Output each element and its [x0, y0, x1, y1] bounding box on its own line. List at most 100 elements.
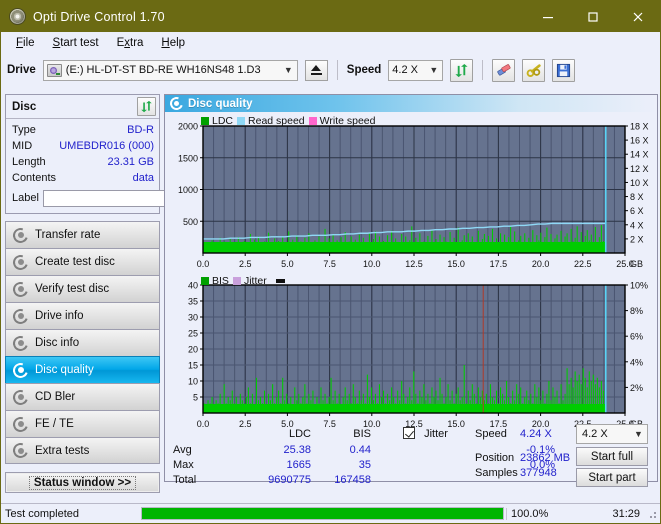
- position-label: Position: [475, 452, 515, 464]
- main-panel: Disc quality LDC Read speed Write speed …: [164, 94, 658, 487]
- close-icon[interactable]: [615, 1, 660, 32]
- sidebar-item-create-test-disc[interactable]: Create test disc: [5, 248, 160, 275]
- stats-avg-ldc: 25.38: [283, 444, 311, 456]
- window-controls: [525, 1, 660, 32]
- jitter-label: Jitter: [424, 428, 448, 440]
- left-panel: Disc Type BD-R MID UMEBDR016 (000) Lengt…: [5, 94, 245, 493]
- svg-text:30: 30: [188, 313, 198, 323]
- svg-text:18 X: 18 X: [630, 122, 649, 132]
- disc-row-mid: MID UMEBDR016 (000): [12, 138, 154, 154]
- elapsed-time: 31:29: [612, 507, 640, 520]
- minimize-icon[interactable]: [525, 1, 570, 32]
- status-window-label: Status window >>: [28, 475, 137, 490]
- legend-label-jitter: Jitter: [243, 275, 267, 287]
- svg-text:4 X: 4 X: [630, 220, 644, 230]
- sidebar-item-verify-test-disc[interactable]: Verify test disc: [5, 275, 160, 302]
- drive-select-value: (E:) HL-DT-ST BD-RE WH16NS48 1.D3: [65, 64, 261, 76]
- svg-text:10%: 10%: [630, 281, 648, 291]
- svg-text:5: 5: [193, 393, 198, 403]
- sidebar-item-cd-bler[interactable]: CD Bler: [5, 383, 160, 410]
- menu-start-test[interactable]: Start test: [44, 35, 108, 51]
- sidebar-item-extra-tests[interactable]: Extra tests: [5, 437, 160, 464]
- legend-swatch-jitter: [232, 277, 241, 285]
- drive-select[interactable]: (E:) HL-DT-ST BD-RE WH16NS48 1.D3 ▼: [42, 59, 298, 81]
- position-value: 23862 MB: [520, 452, 571, 464]
- svg-text:2 X: 2 X: [630, 234, 644, 244]
- divider: [336, 60, 338, 80]
- svg-text:0.0: 0.0: [197, 259, 210, 269]
- disc-info-rows: Type BD-R MID UMEBDR016 (000) Length 23.…: [6, 119, 245, 213]
- legend-swatch-bis: [201, 277, 209, 285]
- svg-text:1500: 1500: [178, 153, 198, 163]
- sidebar-item-fe-te[interactable]: FE / TE: [5, 410, 160, 437]
- drive-icon: [46, 63, 62, 77]
- svg-text:GB: GB: [630, 259, 643, 269]
- app-icon: [9, 8, 26, 25]
- disc-contents-value: data: [132, 172, 154, 184]
- test-speed-select[interactable]: 4.2 X ▼: [576, 424, 648, 444]
- menu-help[interactable]: Help: [152, 35, 194, 51]
- svg-text:1000: 1000: [178, 185, 198, 195]
- eject-icon: [311, 65, 322, 71]
- svg-text:20: 20: [188, 345, 198, 355]
- disc-icon: [10, 279, 31, 299]
- sidebar-item-disc-quality[interactable]: Disc quality: [5, 356, 160, 383]
- status-window-button[interactable]: Status window >>: [5, 472, 160, 493]
- disc-icon: [10, 440, 31, 461]
- svg-text:2000: 2000: [178, 122, 198, 132]
- eraser-icon: [497, 63, 511, 76]
- refresh-button[interactable]: [450, 58, 474, 82]
- svg-text:7.5: 7.5: [323, 259, 336, 269]
- maximize-icon[interactable]: [570, 1, 615, 32]
- stats-row-total-label: Total: [173, 474, 197, 486]
- sidebar-label: CD Bler: [35, 391, 76, 403]
- speed-select[interactable]: 4.2 X ▼: [388, 59, 444, 81]
- tools-button[interactable]: [522, 58, 546, 82]
- sidebar-item-disc-info[interactable]: Disc info: [5, 329, 160, 356]
- svg-text:14 X: 14 X: [630, 150, 649, 160]
- disc-icon: [10, 306, 31, 326]
- sidebar-label: Create test disc: [35, 256, 115, 268]
- legend-label-ldc: LDC: [212, 115, 234, 127]
- window-title: Opti Drive Control 1.70: [33, 9, 165, 24]
- test-speed-value: 4.2 X: [582, 428, 608, 440]
- sidebar-label: Disc info: [35, 337, 80, 349]
- svg-text:2%: 2%: [630, 383, 643, 393]
- stats-total-ldc: 9690775: [268, 474, 311, 486]
- legend-top-chart: LDC Read speed Write speed: [201, 115, 376, 127]
- start-part-button[interactable]: Start part: [576, 468, 648, 487]
- svg-text:500: 500: [183, 217, 198, 227]
- menu-extra[interactable]: Extra: [108, 35, 153, 51]
- save-button[interactable]: [552, 58, 576, 82]
- svg-text:10: 10: [188, 377, 198, 387]
- svg-text:15: 15: [188, 361, 198, 371]
- legend-swatch-read-speed: [237, 117, 246, 125]
- disc-length-key: Length: [12, 156, 46, 168]
- start-part-label: Start part: [588, 471, 636, 484]
- sidebar-item-transfer-rate[interactable]: Transfer rate: [5, 221, 160, 248]
- disc-header-label: Disc: [12, 100, 37, 113]
- svg-text:10 X: 10 X: [630, 178, 649, 188]
- chevron-down-icon: ▼: [634, 429, 643, 439]
- start-full-button[interactable]: Start full: [576, 447, 648, 466]
- disc-icon: [10, 333, 31, 353]
- speed-stat-value: 4.24 X: [520, 428, 552, 440]
- stats-row-avg-label: Avg: [173, 444, 192, 456]
- disc-quality-icon: [167, 94, 186, 113]
- jitter-checkbox[interactable]: Jitter: [403, 427, 448, 440]
- sidebar-label: FE / TE: [35, 418, 74, 430]
- panel-header: Disc quality: [165, 94, 657, 113]
- disc-length-value: 23.31 GB: [107, 156, 154, 168]
- sidebar-item-drive-info[interactable]: Drive info: [5, 302, 160, 329]
- menu-bar: File Start test Extra Help: [1, 32, 660, 54]
- disc-quality-ldc-chart: 500 1000 1500 2000 2 X 4 X 6 X 8 X 10 X 12 X 14 X 1…: [178, 122, 649, 270]
- drive-toolbar: Drive (E:) HL-DT-ST BD-RE WH16NS48 1.D3 …: [1, 54, 660, 86]
- menu-file[interactable]: File: [7, 35, 44, 51]
- erase-button[interactable]: [492, 58, 516, 82]
- save-icon: [557, 63, 571, 77]
- eject-button[interactable]: [304, 59, 328, 81]
- resize-grip-icon[interactable]: [646, 508, 658, 520]
- chevron-down-icon: ▼: [283, 65, 293, 75]
- svg-text:12.5: 12.5: [405, 259, 423, 269]
- disc-refresh-button[interactable]: [137, 97, 156, 116]
